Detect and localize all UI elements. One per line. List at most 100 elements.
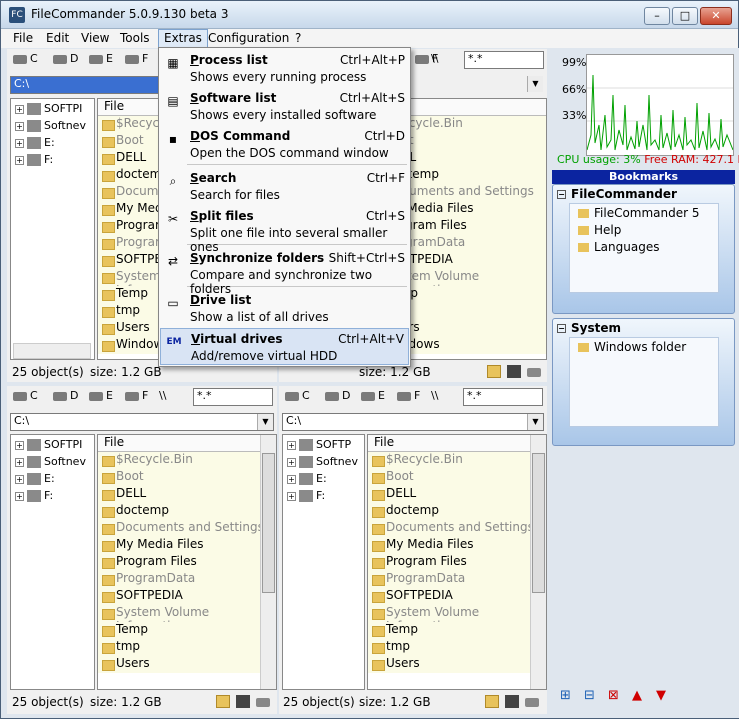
close-button[interactable]: ✕ bbox=[700, 7, 732, 25]
tree-node[interactable]: + SOFTPI bbox=[15, 438, 82, 451]
tree-node[interactable]: + Softnev bbox=[287, 455, 358, 468]
file-row[interactable]: tmp bbox=[368, 639, 546, 656]
menu-item-split-files[interactable]: ✂ Split files Ctrl+S Split one file into se… bbox=[160, 206, 409, 254]
file-row[interactable]: SOFTPEDIA bbox=[368, 588, 546, 605]
file-row[interactable]: ProgramData bbox=[98, 571, 276, 588]
memory-icon[interactable] bbox=[505, 695, 519, 708]
file-row[interactable]: doctemp bbox=[368, 503, 546, 520]
file-row[interactable]: Temp bbox=[98, 622, 276, 639]
menu-item-drive-list[interactable]: ▭ Drive list Show a list of all drives bbox=[160, 290, 409, 327]
menu-item-dos-command[interactable]: ▪ DOS Command Ctrl+D Open the DOS command w… bbox=[160, 126, 409, 163]
tree-node[interactable]: + Softnev bbox=[15, 455, 86, 468]
column-header-file[interactable]: File bbox=[98, 435, 276, 452]
drive-d-button[interactable]: D bbox=[53, 52, 78, 65]
file-row[interactable]: doctemp bbox=[98, 503, 276, 520]
menu-item-search[interactable]: ⌕ Search Ctrl+F Search for files bbox=[160, 168, 409, 205]
folder-up-icon[interactable] bbox=[487, 365, 501, 378]
file-row[interactable]: System Volume Information bbox=[98, 605, 276, 633]
file-row[interactable]: Users bbox=[368, 656, 546, 673]
tree-node[interactable]: + E: bbox=[287, 472, 327, 485]
file-row[interactable]: My Media Files bbox=[368, 537, 546, 554]
file-row[interactable]: Boot bbox=[368, 469, 546, 486]
maximize-button[interactable]: □ bbox=[672, 7, 698, 25]
bookmark-group-header[interactable]: − FileCommander bbox=[557, 187, 677, 201]
file-row[interactable]: $Recycle.Bin bbox=[98, 452, 276, 469]
file-row[interactable]: DELL bbox=[98, 486, 276, 503]
menu-item-process-list[interactable]: ▦ Process list Ctrl+Alt+P Shows every runni… bbox=[160, 50, 409, 87]
menu-file[interactable]: File bbox=[13, 31, 33, 45]
file-row[interactable]: ProgramData bbox=[368, 571, 546, 588]
file-row[interactable]: Users bbox=[98, 656, 276, 673]
file-row[interactable]: $Recycle.Bin bbox=[368, 452, 546, 469]
tree-node[interactable]: + E: bbox=[15, 472, 55, 485]
file-row[interactable]: Boot bbox=[98, 469, 276, 486]
menu-configuration[interactable]: Configuration bbox=[208, 31, 289, 45]
tree-node[interactable]: + F: bbox=[15, 153, 53, 166]
add-bookmark-icon[interactable]: ⊞ bbox=[560, 688, 571, 703]
drive-e-button[interactable]: E bbox=[361, 389, 385, 402]
filter-input[interactable]: *.* bbox=[464, 51, 544, 69]
filter-input[interactable]: *.* bbox=[193, 388, 273, 406]
tree-node[interactable]: + F: bbox=[287, 489, 325, 502]
network-button[interactable]: \\ bbox=[431, 52, 438, 65]
network-button[interactable]: \\ bbox=[159, 389, 166, 402]
file-row[interactable]: My Media Files bbox=[98, 537, 276, 554]
tree-hscroll[interactable] bbox=[13, 343, 91, 359]
menu-item-software-list[interactable]: ▤ Software list Ctrl+Alt+S Shows every inst… bbox=[160, 88, 409, 125]
file-list-scrollbar[interactable] bbox=[530, 435, 546, 689]
menu-view[interactable]: View bbox=[81, 31, 109, 45]
file-row[interactable]: Temp bbox=[368, 622, 546, 639]
bookmark-group-header[interactable]: − System bbox=[557, 321, 621, 335]
move-up-icon[interactable]: ▲ bbox=[632, 688, 642, 703]
scrollbar-thumb[interactable] bbox=[262, 453, 275, 593]
file-row[interactable]: DELL bbox=[368, 486, 546, 503]
drive-icon[interactable] bbox=[527, 368, 541, 377]
tree-node[interactable]: + F: bbox=[15, 489, 53, 502]
menu-tools[interactable]: Tools bbox=[120, 31, 150, 45]
drive-f-button[interactable]: F bbox=[125, 52, 148, 65]
file-row[interactable]: Documents and Settings bbox=[368, 520, 546, 537]
folder-tree[interactable]: + SOFTP + Softnev + E: + F: bbox=[282, 434, 365, 690]
file-row[interactable]: Program Files bbox=[98, 554, 276, 571]
tree-node[interactable]: + E: bbox=[15, 136, 55, 149]
menu-item-synchronize-folders[interactable]: ⇄ Synchronize folders Shift+Ctrl+S Compare … bbox=[160, 248, 409, 296]
menu-extras[interactable]: Extras bbox=[158, 29, 208, 48]
bookmark-item[interactable]: Windows folder bbox=[578, 340, 686, 354]
folder-tree[interactable]: + SOFTPI + Softnev + E: + F: bbox=[10, 434, 95, 690]
drive-c-button[interactable]: C bbox=[13, 52, 38, 65]
drive-e-button[interactable]: E bbox=[89, 52, 113, 65]
folder-tree[interactable]: + SOFTPI + Softnev + E: + F: bbox=[10, 98, 95, 360]
memory-icon[interactable] bbox=[507, 365, 521, 378]
drive-icon[interactable] bbox=[525, 698, 539, 707]
drive-f-button[interactable]: F bbox=[397, 389, 420, 402]
path-dropdown-arrow[interactable]: ▼ bbox=[527, 76, 543, 92]
filter-input[interactable]: *.* bbox=[463, 388, 543, 406]
tree-node[interactable]: + SOFTPI bbox=[15, 102, 82, 115]
drive-e-button[interactable]: E bbox=[89, 389, 113, 402]
tree-node[interactable]: + SOFTP bbox=[287, 438, 351, 451]
menu-help[interactable]: ? bbox=[295, 31, 301, 45]
edit-bookmark-icon[interactable]: ⊟ bbox=[584, 688, 595, 703]
menu-item-virtual-drives[interactable]: EM Virtual drives Ctrl+Alt+V Add/remove vir… bbox=[160, 328, 409, 365]
move-down-icon[interactable]: ▼ bbox=[656, 688, 666, 703]
drive-d-button[interactable]: D bbox=[53, 389, 78, 402]
minimize-button[interactable]: – bbox=[644, 7, 670, 25]
file-row[interactable]: SOFTPEDIA bbox=[98, 588, 276, 605]
scrollbar-thumb[interactable] bbox=[532, 453, 545, 593]
path-dropdown-arrow[interactable]: ▼ bbox=[257, 414, 273, 430]
memory-icon[interactable] bbox=[236, 695, 250, 708]
network-button[interactable]: \\ bbox=[431, 389, 438, 402]
tree-node[interactable]: + Softnev bbox=[15, 119, 86, 132]
path-dropdown-arrow[interactable]: ▼ bbox=[527, 414, 543, 430]
menu-edit[interactable]: Edit bbox=[46, 31, 69, 45]
drive-c-button[interactable]: C bbox=[285, 389, 310, 402]
file-list[interactable]: File $Recycle.Bin Boot DELL doctemp Document… bbox=[97, 434, 277, 690]
folder-up-icon[interactable] bbox=[485, 695, 499, 708]
drive-f-button[interactable]: F bbox=[125, 389, 148, 402]
file-row[interactable]: Documents and Settings bbox=[98, 520, 276, 537]
delete-bookmark-icon[interactable]: ⊠ bbox=[608, 688, 619, 703]
drive-icon[interactable] bbox=[256, 698, 270, 707]
bookmark-item[interactable]: Help bbox=[578, 223, 621, 237]
file-list[interactable]: File $Recycle.Bin Boot DELL doctemp Document… bbox=[367, 434, 547, 690]
drive-c-button[interactable]: C bbox=[13, 389, 38, 402]
